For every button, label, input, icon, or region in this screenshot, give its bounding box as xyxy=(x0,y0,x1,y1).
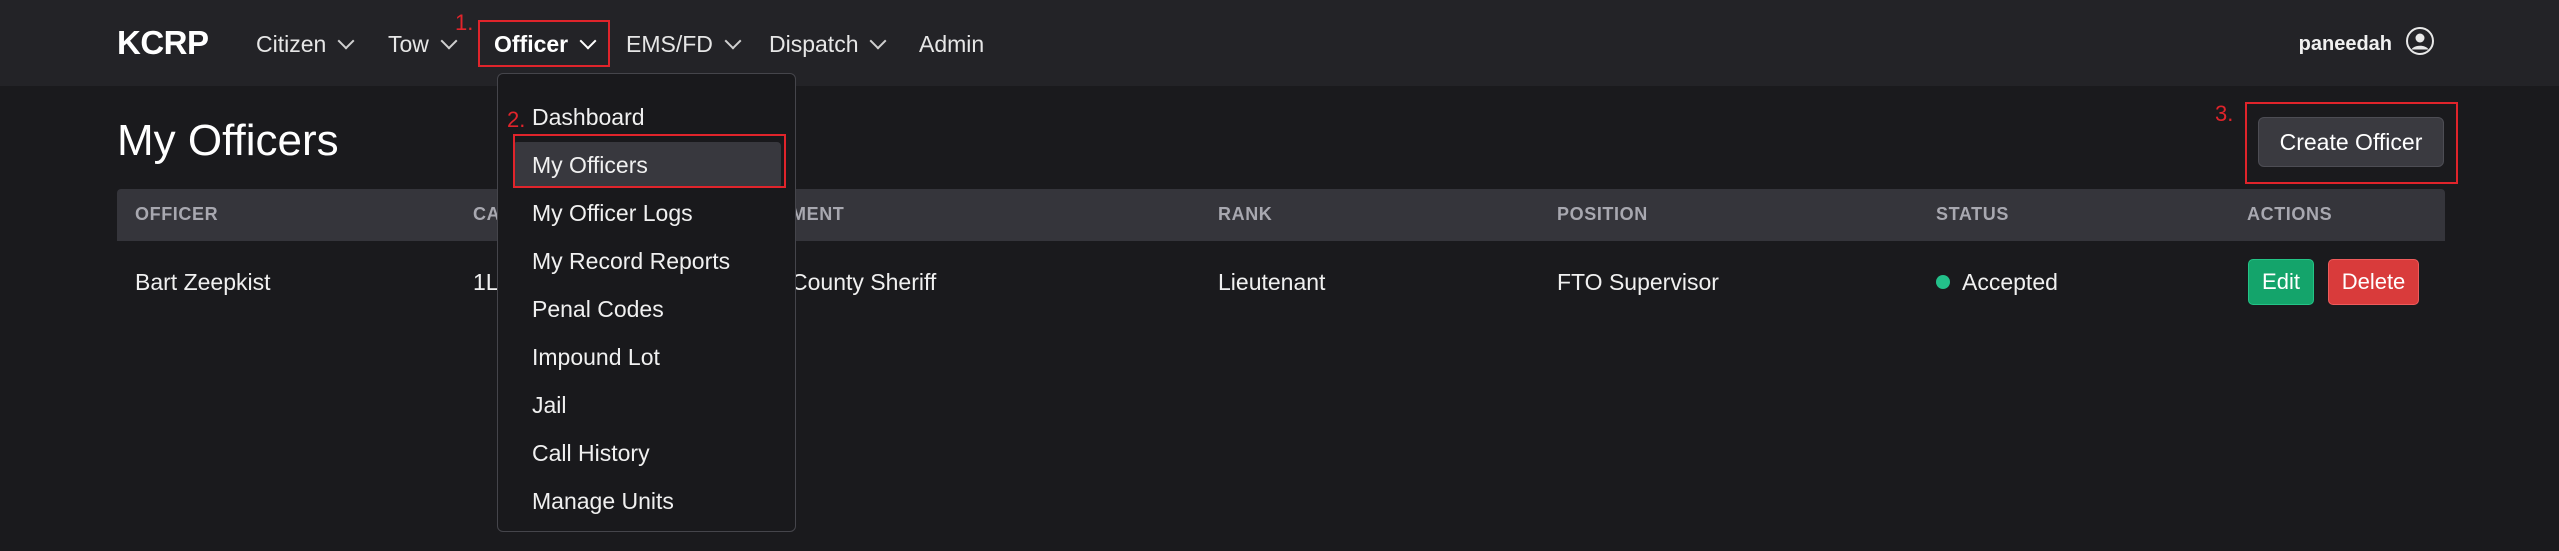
cell-rank: Lieutenant xyxy=(1218,269,1326,295)
cell-status: Accepted xyxy=(1936,269,2058,296)
column-header-department: MENT xyxy=(791,204,845,224)
nav-officer-label: Officer xyxy=(494,30,569,57)
chevron-down-icon xyxy=(579,32,597,50)
column-header-position: POSITION xyxy=(1557,204,1648,224)
nav-citizen-label: Citizen xyxy=(256,30,327,57)
nav-officer[interactable]: Officer xyxy=(494,29,597,59)
nav-tow-label: Tow xyxy=(388,30,429,57)
officers-table-header: OFFICER CA MENT RANK POSITION STATUS ACT… xyxy=(117,189,2445,241)
brand-logo[interactable]: KCRP xyxy=(117,24,209,62)
delete-button[interactable]: Delete xyxy=(2328,259,2419,305)
cell-position: FTO Supervisor xyxy=(1557,269,1719,295)
column-header-actions: ACTIONS xyxy=(2247,204,2333,224)
chevron-down-icon xyxy=(337,32,355,50)
nav-admin[interactable]: Admin xyxy=(919,29,984,59)
menu-item-my-officers[interactable]: My Officers xyxy=(513,142,781,188)
nav-dispatch[interactable]: Dispatch xyxy=(769,29,887,59)
column-header-rank: RANK xyxy=(1218,204,1273,224)
status-label: Accepted xyxy=(1962,269,2058,295)
officer-dropdown-menu: Dashboard My Officers My Officer Logs My… xyxy=(497,73,796,532)
user-menu[interactable]: paneedah xyxy=(2299,26,2435,62)
chevron-down-icon xyxy=(724,32,742,50)
page-title: My Officers xyxy=(117,116,339,165)
nav-ems-fd[interactable]: EMS/FD xyxy=(626,29,742,59)
menu-item-call-history[interactable]: Call History xyxy=(513,430,781,476)
menu-item-my-record-reports[interactable]: My Record Reports xyxy=(513,238,781,284)
top-navbar: KCRP Citizen Tow Officer EMS/FD Dispatch… xyxy=(0,0,2559,86)
nav-ems-fd-label: EMS/FD xyxy=(626,30,713,57)
annotation-step-3: 3. xyxy=(2215,101,2234,126)
menu-item-manage-units[interactable]: Manage Units xyxy=(513,478,781,524)
menu-item-my-officer-logs[interactable]: My Officer Logs xyxy=(513,190,781,236)
status-dot-icon xyxy=(1936,274,1950,289)
column-header-officer: OFFICER xyxy=(135,204,219,224)
user-avatar-icon xyxy=(2405,26,2435,62)
menu-item-dashboard[interactable]: Dashboard xyxy=(513,94,781,140)
annotation-step-1: 1. xyxy=(455,10,474,35)
nav-citizen[interactable]: Citizen xyxy=(256,29,355,59)
cell-officer-name: Bart Zeepkist xyxy=(135,269,271,295)
cell-callsign: 1L xyxy=(473,269,499,295)
table-row: Bart Zeepkist 1L County Sheriff Lieutena… xyxy=(117,241,2445,325)
cell-department: County Sheriff xyxy=(791,269,937,295)
nav-admin-label: Admin xyxy=(919,30,985,57)
column-header-status: STATUS xyxy=(1936,204,2009,224)
create-officer-button[interactable]: Create Officer xyxy=(2258,117,2444,167)
nav-tow[interactable]: Tow xyxy=(388,29,458,59)
annotation-step-2: 2. xyxy=(507,107,526,132)
menu-item-jail[interactable]: Jail xyxy=(513,382,781,428)
menu-item-penal-codes[interactable]: Penal Codes xyxy=(513,286,781,332)
menu-item-impound-lot[interactable]: Impound Lot xyxy=(513,334,781,380)
nav-dispatch-label: Dispatch xyxy=(769,30,859,57)
username: paneedah xyxy=(2298,32,2392,55)
edit-button[interactable]: Edit xyxy=(2248,259,2314,305)
chevron-down-icon xyxy=(869,32,887,50)
